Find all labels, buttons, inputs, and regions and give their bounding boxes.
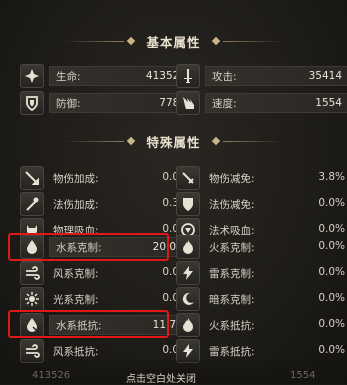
- close-hint[interactable]: 点击空白处关闭: [126, 370, 196, 385]
- special-cell: 火系克制: 0.0%: [205, 240, 347, 255]
- fire-shield-icon: [176, 313, 200, 337]
- stat-label: 物伤减免:: [209, 172, 255, 185]
- special-row: 物伤加成:0.0%: [20, 166, 193, 190]
- stat-value: 0.0%: [318, 317, 345, 330]
- stat-atk-bar: 攻击: 35414: [205, 66, 347, 86]
- stat-label: 法伤减免:: [209, 198, 255, 211]
- special-cell: 物伤加成:0.0%: [49, 171, 193, 186]
- stat-value: 35414: [308, 70, 342, 82]
- basic-title-text: 基本属性: [146, 34, 201, 50]
- special-row: 物伤减免: 3.8%: [176, 166, 347, 190]
- special-row: 火系抵抗: 0.0%: [176, 313, 347, 337]
- highlight-box-water-resist: [8, 310, 169, 338]
- special-cell: 风系抵抗:0.0%: [49, 344, 193, 359]
- special-row: 火系克制: 0.0%: [176, 235, 347, 259]
- highlight-box-water-counter: [8, 233, 169, 261]
- shield-icon: [20, 91, 44, 115]
- special-cell: 雷系抵抗: 0.0%: [205, 344, 347, 359]
- title-ornament-left: [64, 136, 138, 146]
- stat-value: 1554: [315, 97, 342, 109]
- stat-label: 火系抵抗:: [209, 319, 255, 332]
- wind-icon: [20, 261, 44, 285]
- footer-right-value: 1554: [290, 370, 316, 381]
- sword-block-icon: [176, 166, 200, 190]
- stat-label: 生命:: [56, 70, 81, 83]
- title-ornament-left: [64, 36, 138, 46]
- stat-hp-bar: 生命: 413526: [49, 66, 193, 86]
- special-row: 暗系克制: 0.0%: [176, 287, 347, 311]
- special-attributes-title: 特殊属性: [0, 129, 347, 153]
- special-cell: 雷系克制: 0.0%: [205, 266, 347, 281]
- stat-label: 雷系抵抗:: [209, 345, 255, 358]
- magic-shield-icon: [176, 192, 200, 216]
- special-row: 法伤减免: 0.0%: [176, 192, 347, 216]
- stat-label: 风系克制:: [53, 267, 99, 280]
- dark-moon-icon: [176, 287, 200, 311]
- special-cell: 物伤减免: 3.8%: [205, 171, 347, 186]
- basic-attributes-title: 基本属性: [0, 29, 347, 53]
- stat-value: 0.0%: [318, 239, 345, 252]
- attribute-panel: 基本属性 生命: 413526 攻击: 35414 防御: 7780 速度: 1…: [0, 0, 347, 385]
- special-cell: 光系克制:0.0%: [49, 292, 193, 307]
- stat-label: 速度:: [212, 97, 237, 110]
- stat-label: 防御:: [56, 97, 81, 110]
- stat-label: 暗系克制:: [209, 293, 255, 306]
- footer-left-value: 413526: [32, 370, 71, 381]
- special-row: 雷系克制: 0.0%: [176, 261, 347, 285]
- special-cell: 法伤减免: 0.0%: [205, 197, 347, 212]
- fire-icon: [176, 235, 200, 259]
- stat-label: 火系克制:: [209, 241, 255, 254]
- special-title-text: 特殊属性: [146, 134, 201, 150]
- stat-value: 0.0%: [318, 291, 345, 304]
- stat-atk: 攻击: 35414: [176, 64, 347, 88]
- special-row: 法伤加成:0.3%: [20, 192, 193, 216]
- special-cell: 风系克制:0.0%: [49, 266, 193, 281]
- stat-hp: 生命: 413526: [20, 64, 193, 88]
- title-ornament-right: [209, 136, 283, 146]
- special-row: 光系克制:0.0%: [20, 287, 193, 311]
- stat-label: 攻击:: [212, 70, 237, 83]
- stat-value: 3.8%: [318, 170, 345, 183]
- sword-icon: [176, 64, 200, 88]
- stat-label: 物伤加成:: [53, 172, 99, 185]
- stat-label: 雷系克制:: [209, 267, 255, 280]
- stat-spd: 速度: 1554: [176, 91, 347, 115]
- wing-boot-icon: [176, 91, 200, 115]
- special-cell: 法伤加成:0.3%: [49, 197, 193, 212]
- stat-label: 光系克制:: [53, 293, 99, 306]
- sword-slash-icon: [20, 166, 44, 190]
- stat-label: 法伤加成:: [53, 198, 99, 211]
- special-row: 风系克制:0.0%: [20, 261, 193, 285]
- stat-def: 防御: 7780: [20, 91, 193, 115]
- stat-value: 0.0%: [318, 265, 345, 278]
- stat-def-bar: 防御: 7780: [49, 93, 193, 113]
- staff-icon: [20, 192, 44, 216]
- stat-spd-bar: 速度: 1554: [205, 93, 347, 113]
- title-ornament-right: [209, 36, 283, 46]
- stat-value: 0.0%: [318, 196, 345, 209]
- cross-icon: [20, 64, 44, 88]
- thunder-icon: [176, 261, 200, 285]
- special-cell: 火系抵抗: 0.0%: [205, 318, 347, 333]
- light-burst-icon: [20, 287, 44, 311]
- special-cell: 暗系克制: 0.0%: [205, 292, 347, 307]
- stat-label: 风系抵抗:: [53, 345, 99, 358]
- stat-value: 0.0%: [318, 343, 345, 356]
